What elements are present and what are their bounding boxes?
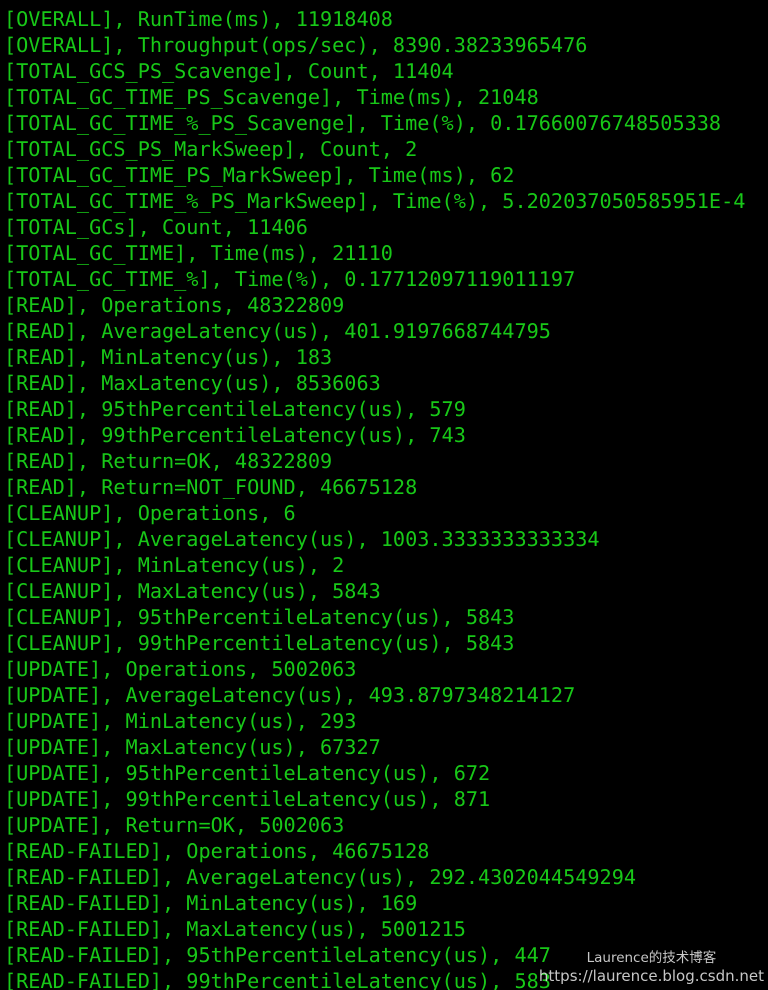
terminal-line: [UPDATE], 99thPercentileLatency(us), 871	[4, 787, 491, 811]
terminal-line: [UPDATE], 95thPercentileLatency(us), 672	[4, 761, 491, 785]
terminal-line: [READ], 99thPercentileLatency(us), 743	[4, 423, 466, 447]
terminal-line: [UPDATE], MaxLatency(us), 67327	[4, 735, 381, 759]
terminal-line: [READ-FAILED], AverageLatency(us), 292.4…	[4, 865, 637, 889]
terminal-line: [READ], Operations, 48322809	[4, 293, 345, 317]
terminal-line: [CLEANUP], 95thPercentileLatency(us), 58…	[4, 605, 515, 629]
terminal-line: [READ-FAILED], 99thPercentileLatency(us)…	[4, 969, 551, 990]
terminal-line: [UPDATE], MinLatency(us), 293	[4, 709, 357, 733]
terminal-line: [UPDATE], Operations, 5002063	[4, 657, 357, 681]
terminal-line: [TOTAL_GCs], Count, 11406	[4, 215, 308, 239]
terminal-line: [TOTAL_GC_TIME_%_PS_MarkSweep], Time(%),…	[4, 189, 746, 213]
terminal-line: [OVERALL], Throughput(ops/sec), 8390.382…	[4, 33, 588, 57]
terminal-line: [CLEANUP], MaxLatency(us), 5843	[4, 579, 381, 603]
terminal-line: [CLEANUP], Operations, 6	[4, 501, 296, 525]
terminal-line: [READ], 95thPercentileLatency(us), 579	[4, 397, 466, 421]
terminal-line: [READ], Return=NOT_FOUND, 46675128	[4, 475, 418, 499]
terminal-output: [OVERALL], RunTime(ms), 11918408 [OVERALL…	[0, 0, 768, 990]
terminal-line-list: [OVERALL], RunTime(ms), 11918408 [OVERALL…	[4, 6, 768, 990]
terminal-line: [TOTAL_GC_TIME_%_PS_Scavenge], Time(%), …	[4, 111, 722, 135]
terminal-line: [READ], MaxLatency(us), 8536063	[4, 371, 381, 395]
terminal-line: [CLEANUP], 99thPercentileLatency(us), 58…	[4, 631, 515, 655]
terminal-line: [CLEANUP], AverageLatency(us), 1003.3333…	[4, 527, 600, 551]
terminal-line: [READ], Return=OK, 48322809	[4, 449, 333, 473]
terminal-line: [READ], MinLatency(us), 183	[4, 345, 333, 369]
terminal-line: [READ-FAILED], 95thPercentileLatency(us)…	[4, 943, 551, 967]
terminal-line: [TOTAL_GCS_PS_Scavenge], Count, 11404	[4, 59, 454, 83]
terminal-line: [READ-FAILED], Operations, 46675128	[4, 839, 430, 863]
terminal-line: [TOTAL_GCS_PS_MarkSweep], Count, 2	[4, 137, 418, 161]
terminal-line: [UPDATE], AverageLatency(us), 493.879734…	[4, 683, 576, 707]
terminal-line: [TOTAL_GC_TIME_PS_Scavenge], Time(ms), 2…	[4, 85, 539, 109]
terminal-line: [READ-FAILED], MaxLatency(us), 5001215	[4, 917, 466, 941]
terminal-line: [CLEANUP], MinLatency(us), 2	[4, 553, 345, 577]
terminal-line: [TOTAL_GC_TIME], Time(ms), 21110	[4, 241, 393, 265]
terminal-line: [UPDATE], Return=OK, 5002063	[4, 813, 345, 837]
terminal-line: [TOTAL_GC_TIME_PS_MarkSweep], Time(ms), …	[4, 163, 515, 187]
terminal-line: [READ-FAILED], MinLatency(us), 169	[4, 891, 418, 915]
terminal-line: [READ], AverageLatency(us), 401.91976687…	[4, 319, 551, 343]
terminal-line: [TOTAL_GC_TIME_%], Time(%), 0.1771209711…	[4, 267, 576, 291]
terminal-line: [OVERALL], RunTime(ms), 11918408	[4, 7, 393, 31]
